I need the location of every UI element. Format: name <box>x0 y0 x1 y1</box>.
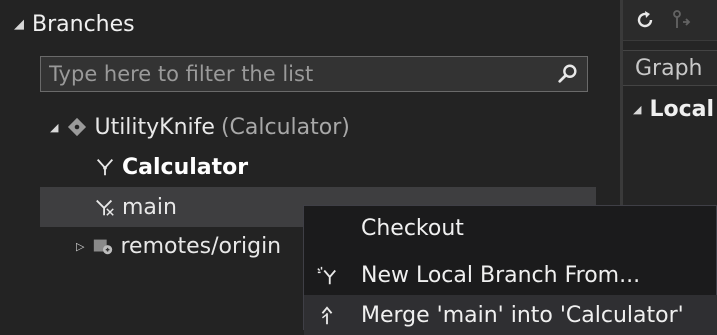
remotes-row[interactable]: ▷ remotes/origin <box>76 228 281 264</box>
menu-item-label: Checkout <box>361 215 464 241</box>
context-menu: Checkout New Local Branch From... Merge … <box>303 205 717 335</box>
search-icon[interactable] <box>557 63 579 85</box>
branch-label: Calculator <box>122 154 249 180</box>
tab-graph-label: Graph <box>635 55 703 81</box>
branch-item-calculator[interactable]: Calculator <box>94 149 248 185</box>
branches-header[interactable]: ◢ Branches <box>14 8 135 40</box>
branch-merge-icon <box>96 199 114 216</box>
collapse-triangle-icon[interactable]: ◢ <box>633 103 641 116</box>
filter-box[interactable] <box>40 56 588 92</box>
repo-row[interactable]: ◢ UtilityKnife (Calculator) <box>50 109 350 145</box>
merge-icon <box>321 306 333 325</box>
collapse-triangle-icon[interactable]: ◢ <box>14 17 24 32</box>
menu-item-label: New Local Branch From... <box>361 262 641 288</box>
fetch-icon[interactable] <box>669 8 693 32</box>
branches-title: Branches <box>32 11 135 37</box>
remotes-label: remotes/origin <box>120 233 282 259</box>
menu-item-merge[interactable]: Merge 'main' into 'Calculator' <box>304 295 717 335</box>
repo-name: UtilityKnife <box>94 114 215 140</box>
tab-graph[interactable]: Graph <box>623 50 717 86</box>
graph-toolbar <box>623 0 717 41</box>
local-header[interactable]: ◢ Local <box>633 94 714 124</box>
expand-right-triangle-icon[interactable]: ▷ <box>76 240 84 253</box>
new-branch-icon <box>317 266 336 285</box>
repo-icon <box>68 117 87 137</box>
menu-item-new-local-branch[interactable]: New Local Branch From... <box>304 255 717 295</box>
branch-item-main[interactable]: main <box>94 189 177 225</box>
menu-item-checkout[interactable]: Checkout <box>304 208 717 248</box>
local-header-label: Local <box>649 96 715 122</box>
repo-detail: (Calculator) <box>220 114 350 140</box>
expand-triangle-icon[interactable]: ◢ <box>50 121 58 134</box>
branch-icon <box>96 159 114 176</box>
menu-item-label: Merge 'main' into 'Calculator' <box>361 302 684 328</box>
branch-label: main <box>122 194 177 220</box>
filter-input[interactable] <box>41 57 541 91</box>
refresh-icon[interactable] <box>633 8 657 32</box>
remote-icon <box>94 239 113 255</box>
